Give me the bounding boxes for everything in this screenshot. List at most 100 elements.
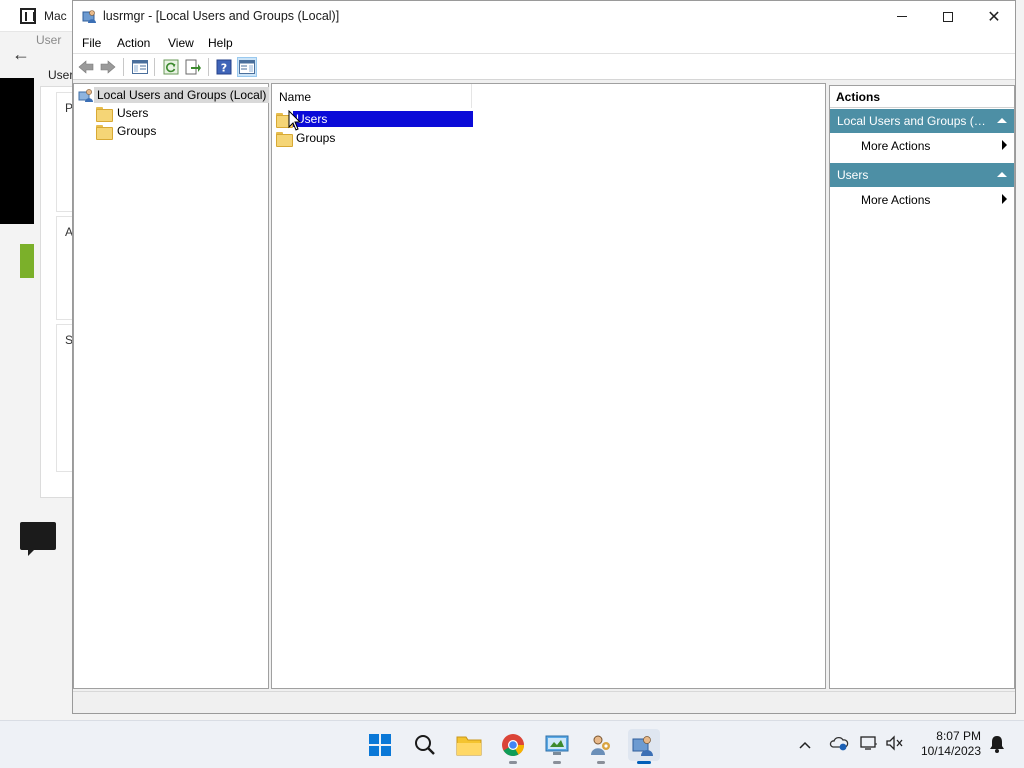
list-item-users[interactable]: Users: [276, 110, 473, 128]
status-bar: [73, 691, 1015, 713]
list-item-label: Users: [293, 111, 473, 127]
forward-button[interactable]: [98, 57, 118, 77]
file-explorer-button[interactable]: [453, 729, 485, 761]
onedrive-icon[interactable]: [829, 735, 849, 754]
network-icon[interactable]: [860, 735, 878, 754]
back-arrow-icon: [78, 60, 94, 74]
computer-management-button[interactable]: [585, 729, 617, 764]
menubar: File Action View Help: [73, 32, 1015, 54]
maximize-icon: [943, 11, 953, 22]
export-list-icon: [185, 59, 201, 75]
refresh-button[interactable]: [161, 57, 181, 77]
tree-node-users[interactable]: Users: [96, 104, 151, 122]
tree-node-label: Groups: [117, 124, 157, 138]
export-list-button[interactable]: [183, 57, 203, 77]
titlebar[interactable]: lusrmgr - [Local Users and Groups (Local…: [73, 1, 1015, 32]
app-icon: [20, 8, 36, 24]
folder-icon: [96, 124, 113, 140]
submenu-arrow-icon: [1002, 194, 1007, 204]
users-mmc-icon: [82, 10, 96, 23]
background-tab[interactable]: User: [48, 68, 73, 82]
close-icon: ✕: [987, 7, 1001, 26]
actions-header-label: Actions: [836, 90, 881, 104]
background-titlebar[interactable]: Mac: [0, 0, 80, 32]
background-address: User: [36, 33, 62, 47]
toolbar-separator: [154, 58, 155, 76]
chrome-button[interactable]: [497, 729, 529, 764]
results-pane: Name Users Groups: [271, 83, 826, 689]
console-tree-pane: Local Users and Groups (Local) Users Gro…: [73, 83, 270, 689]
back-arrow-icon[interactable]: ←: [12, 44, 30, 65]
action-item-label: More Actions: [861, 139, 931, 153]
folder-icon: [276, 131, 293, 147]
action-group-users[interactable]: Users: [830, 163, 1014, 187]
toolbar-separator: [208, 58, 209, 76]
start-button[interactable]: [364, 729, 396, 761]
mouse-cursor-icon: [288, 110, 302, 131]
back-button[interactable]: [76, 57, 96, 77]
column-header-name[interactable]: Name: [272, 84, 472, 108]
running-indicator: [597, 761, 605, 764]
background-window-title: Mac: [44, 9, 67, 23]
active-indicator: [637, 761, 651, 764]
control-panel-icon: [545, 735, 569, 755]
search-icon: [415, 735, 435, 755]
menu-action[interactable]: Action: [117, 36, 150, 50]
windows-logo-icon: [369, 734, 391, 756]
toolbar-separator: [123, 58, 124, 76]
control-panel-button[interactable]: [541, 729, 573, 764]
list-item-label: Groups: [296, 131, 336, 145]
collapse-arrow-icon[interactable]: [997, 172, 1007, 177]
help-icon: ?: [216, 59, 232, 75]
search-button[interactable]: [409, 729, 441, 761]
local-users-groups-icon: [78, 89, 93, 102]
refresh-icon: [163, 59, 179, 75]
minimize-icon: [897, 16, 907, 17]
action-group-title: Users: [837, 168, 869, 182]
show-hidden-icons-chevron-icon[interactable]: [799, 736, 811, 752]
forward-arrow-icon: [100, 60, 116, 74]
lusrmgr-taskbar-button[interactable]: [628, 729, 660, 764]
tree-root-label: Local Users and Groups (Local): [94, 87, 270, 103]
taskbar: 8:07 PM 10/14/2023: [0, 720, 1024, 768]
show-hide-console-tree-button[interactable]: [130, 57, 150, 77]
help-button[interactable]: ?: [214, 57, 234, 77]
running-indicator: [553, 761, 561, 764]
actions-pane: Actions Local Users and Groups (Local) M…: [829, 85, 1015, 689]
close-button[interactable]: ✕: [971, 1, 1017, 32]
collapse-arrow-icon[interactable]: [997, 118, 1007, 123]
users-mmc-icon: [632, 736, 653, 756]
menu-view[interactable]: View: [168, 36, 194, 50]
action-group-title: Local Users and Groups (Local): [837, 114, 987, 128]
toolbar: ?: [73, 54, 1015, 80]
clock-time: 8:07 PM: [936, 729, 981, 743]
chrome-icon: [502, 734, 524, 756]
actions-header: Actions: [830, 86, 1014, 108]
tree-node-root[interactable]: Local Users and Groups (Local): [78, 86, 270, 104]
maximize-button[interactable]: [925, 1, 971, 32]
notification-bell-icon[interactable]: [989, 735, 1005, 756]
background-logo-fragment: [20, 244, 34, 278]
menu-help[interactable]: Help: [208, 36, 233, 50]
file-explorer-icon: [456, 736, 482, 756]
minimize-button[interactable]: [879, 1, 925, 32]
system-clock[interactable]: 8:07 PM 10/14/2023: [921, 729, 981, 759]
column-header-label: Name: [279, 90, 312, 104]
volume-muted-icon[interactable]: [886, 735, 904, 754]
more-actions-item[interactable]: More Actions: [830, 188, 1014, 210]
action-group-local-users-groups[interactable]: Local Users and Groups (Local): [830, 109, 1014, 133]
users-admin-icon: [591, 735, 610, 755]
lusrmgr-window: lusrmgr - [Local Users and Groups (Local…: [72, 0, 1016, 714]
action-pane-icon: [239, 60, 255, 74]
folder-icon: [96, 106, 113, 122]
tree-node-groups[interactable]: Groups: [96, 122, 159, 140]
clock-date: 10/14/2023: [920, 744, 981, 758]
menu-file[interactable]: File: [82, 36, 101, 50]
window-title: lusrmgr - [Local Users and Groups (Local…: [103, 9, 340, 23]
list-item-groups[interactable]: Groups: [276, 129, 338, 147]
show-hide-action-pane-button[interactable]: [237, 57, 257, 77]
more-actions-item[interactable]: More Actions: [830, 134, 1014, 156]
background-dark-panel: [0, 78, 34, 224]
svg-text:?: ?: [221, 62, 227, 75]
chat-icon[interactable]: [20, 522, 56, 556]
